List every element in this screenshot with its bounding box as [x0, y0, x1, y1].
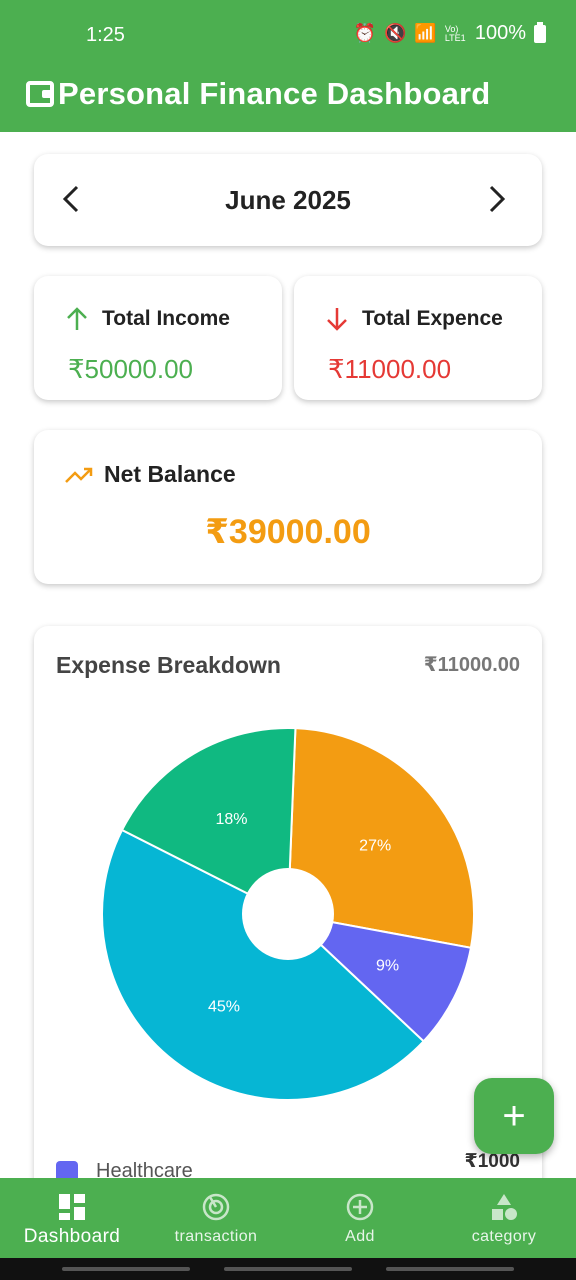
trending-up-icon: [65, 467, 93, 483]
income-value: ₹50000.00: [68, 354, 193, 384]
battery-percent: 100%: [474, 22, 526, 44]
expense-breakdown-card: Expense Breakdown ₹11000.00 27% 9% 45% 18% …: [34, 626, 542, 1226]
expense-pie-chart[interactable]: 27% 9% 45% 18%: [100, 726, 476, 1102]
chart-total: ₹11000.00: [423, 654, 520, 676]
top-app-bar: 1:25 ⏰ 🔇 📶 Vo) LTE1 100% Personal Financ…: [0, 0, 576, 132]
plus-icon: +: [502, 1093, 526, 1138]
expense-header: Total Expence: [324, 306, 503, 332]
balance-value: ₹39000.00: [205, 513, 371, 551]
income-header: Total Income: [64, 306, 230, 332]
wallet-icon: [26, 81, 54, 107]
total-income-card[interactable]: Total Income ₹50000.00: [34, 276, 282, 400]
dashboard-icon: [59, 1194, 85, 1220]
nav-transaction-label: transaction: [174, 1228, 258, 1245]
mute-icon: 🔇: [384, 23, 407, 43]
alarm-icon: ⏰: [353, 23, 376, 43]
arrow-down-icon: [327, 308, 347, 331]
app-title: Personal Finance Dashboard: [26, 76, 490, 112]
arrow-up-icon: [67, 307, 87, 330]
nav-dashboard-label: Dashboard: [23, 1226, 121, 1247]
system-gesture-bar: [0, 1258, 576, 1280]
chevron-right-icon: [489, 185, 506, 213]
gesture-pill-right: [386, 1267, 514, 1271]
status-bar: 1:25 ⏰ 🔇 📶 Vo) LTE1 100%: [0, 0, 576, 70]
gesture-pill-left: [62, 1267, 190, 1271]
pie-slice-label: 18%: [215, 811, 247, 828]
network-label: Vo) LTE1: [444, 23, 466, 43]
next-month-button[interactable]: [482, 182, 512, 216]
chart-title: Expense Breakdown: [56, 652, 281, 678]
wifi-icon: 📶: [414, 23, 437, 43]
transaction-icon: [202, 1193, 230, 1221]
nav-add-label: Add: [345, 1228, 375, 1245]
battery-icon: [534, 21, 546, 43]
add-circle-icon: [346, 1193, 374, 1221]
gesture-pill-center: [224, 1267, 352, 1271]
nav-category-label: category: [471, 1228, 537, 1245]
nav-category[interactable]: category: [432, 1178, 576, 1258]
screen: 1:25 ⏰ 🔇 📶 Vo) LTE1 100% Personal Financ…: [0, 0, 576, 1280]
status-time: 1:25: [86, 24, 125, 46]
add-transaction-fab[interactable]: +: [474, 1078, 554, 1154]
nav-add[interactable]: Add: [288, 1178, 432, 1258]
month-selector-card: June 2025: [34, 154, 542, 246]
pie-slice-label: 45%: [208, 998, 240, 1015]
bottom-navigation: Dashboard transaction Add category: [0, 1178, 576, 1258]
nav-transaction[interactable]: transaction: [144, 1178, 288, 1258]
nav-dashboard[interactable]: Dashboard: [0, 1178, 144, 1258]
balance-header: Net Balance: [64, 461, 236, 488]
status-icons: ⏰ 🔇 📶 Vo) LTE1 100%: [353, 21, 546, 45]
category-icon: [492, 1194, 517, 1220]
total-expense-card[interactable]: Total Expence ₹11000.00: [294, 276, 542, 400]
pie-slice-label: 9%: [376, 957, 399, 974]
income-label: Total Income: [102, 307, 230, 330]
donut-hole: [242, 868, 334, 960]
expense-label: Total Expence: [362, 307, 503, 330]
pie-slice-label: 27%: [359, 837, 391, 854]
app-title-text: Personal Finance Dashboard: [58, 76, 491, 111]
month-label: June 2025: [225, 185, 351, 215]
balance-label: Net Balance: [104, 461, 236, 487]
net-balance-card[interactable]: Net Balance ₹39000.00: [34, 430, 542, 584]
expense-value: ₹11000.00: [328, 354, 452, 384]
